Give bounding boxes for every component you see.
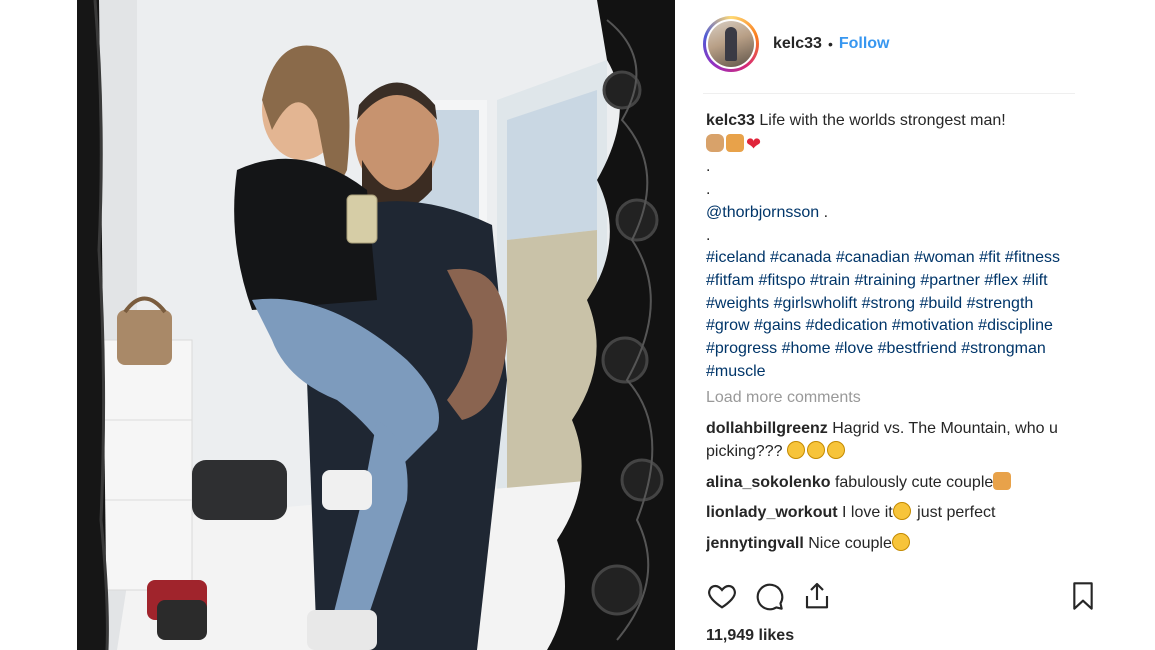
comments-list[interactable]: kelc33 Life with the worlds strongest ma… — [706, 110, 1078, 570]
header-separator: • — [827, 36, 833, 52]
post-actions-bar — [703, 580, 1143, 620]
thinking-face-emoji-icon — [786, 440, 805, 459]
caption-text: Life with the worlds strongest man! — [759, 112, 1006, 129]
post-author-username[interactable]: kelc33 — [773, 35, 822, 53]
heart-eyes-emoji-icon — [892, 502, 911, 521]
caption-mention-link[interactable]: @thorbjornsson — [706, 204, 819, 221]
caption-dot: . — [706, 158, 711, 176]
thinking-face-emoji-icon — [826, 440, 845, 459]
share-icon[interactable] — [801, 580, 833, 612]
thinking-face-emoji-icon — [806, 440, 825, 459]
post-header: kelc33 • Follow — [703, 14, 1143, 74]
mirror-selfie-illustration — [77, 0, 675, 650]
comment: lionlady_workout I love it just perfect — [706, 502, 1078, 525]
caption-username[interactable]: kelc33 — [706, 112, 755, 129]
bookmark-icon[interactable] — [1067, 580, 1099, 612]
comment: dollahbillgreenz Hagrid vs. The Mountain… — [706, 418, 1078, 463]
header-divider — [703, 93, 1075, 94]
post-sidebar: kelc33 • Follow kelc33 Life with the wor… — [675, 0, 1155, 650]
heart-eyes-emoji-icon — [891, 532, 910, 551]
caption-mention-suffix: . — [819, 203, 829, 221]
comment: jennytingvall Nice couple — [706, 532, 1078, 556]
caption-dot: . — [706, 181, 711, 199]
flexed-biceps-emoji-icon — [706, 133, 724, 152]
red-heart-emoji-icon: ❤ — [746, 133, 762, 154]
comment: alina_sokolenko fabulously cute couple — [706, 471, 1078, 495]
avatar[interactable] — [703, 16, 759, 72]
comment-icon[interactable] — [753, 580, 785, 612]
comment-text: I love it — [842, 504, 893, 522]
comment-text: Nice couple — [808, 534, 892, 552]
heart-icon[interactable] — [706, 580, 738, 612]
avatar-image — [708, 21, 754, 67]
couple-with-heart-emoji-icon — [993, 471, 1012, 490]
comment-username[interactable]: alina_sokolenko — [706, 474, 831, 491]
avatar-border — [706, 19, 756, 69]
caption-hashtags[interactable]: #iceland #canada #canadian #woman #fit #… — [706, 249, 1060, 380]
comment-username[interactable]: jennytingvall — [706, 535, 804, 552]
caption: kelc33 Life with the worlds strongest ma… — [706, 110, 1078, 383]
post-photo — [77, 0, 675, 650]
couple-emoji-icon — [726, 133, 744, 152]
likes-count[interactable]: 11,949 likes — [706, 627, 794, 645]
load-more-comments-button[interactable]: Load more comments — [706, 387, 1078, 410]
comment-username[interactable]: lionlady_workout — [706, 504, 838, 521]
comment-text: fabulously cute couple — [834, 473, 994, 491]
comment-username[interactable]: dollahbillgreenz — [706, 420, 828, 437]
comment-text-continued: just perfect — [912, 504, 996, 522]
caption-dot: . — [706, 226, 711, 244]
follow-button[interactable]: Follow — [839, 35, 890, 53]
